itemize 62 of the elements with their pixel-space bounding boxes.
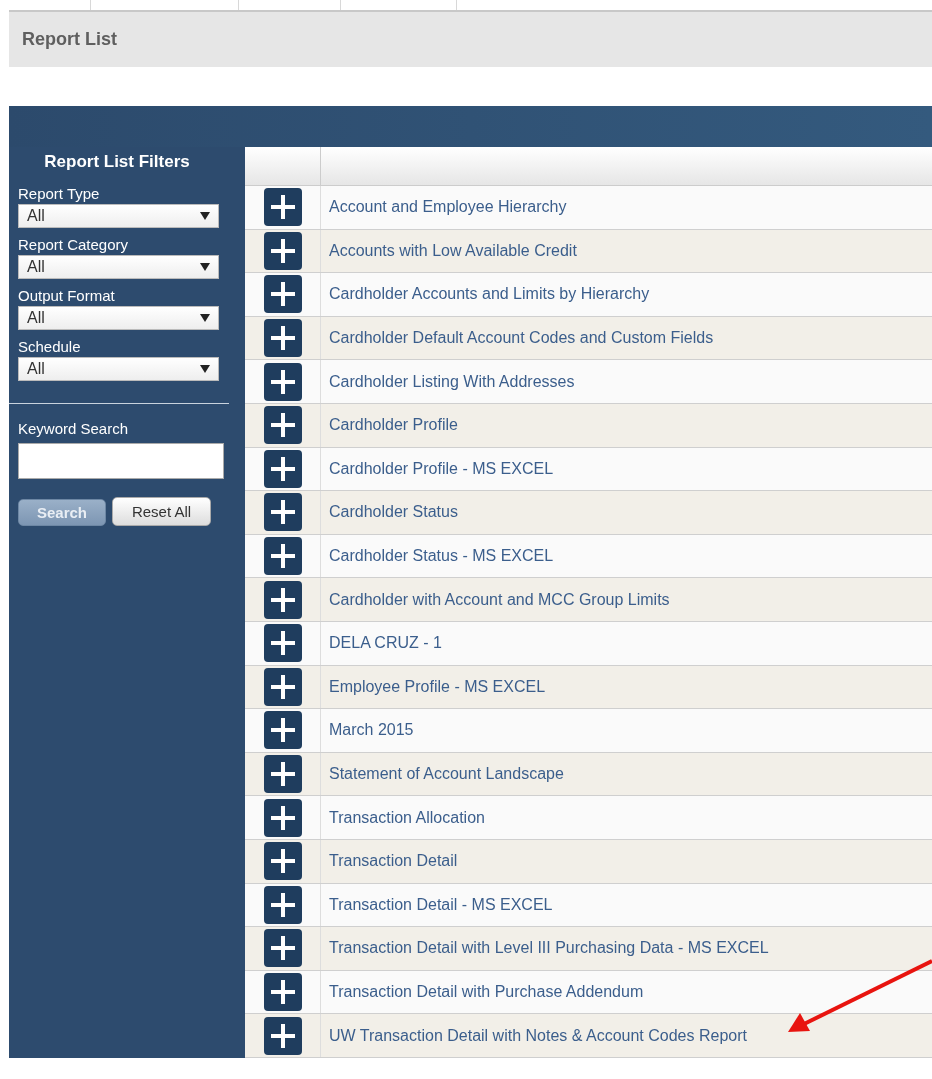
expand-button[interactable] [263, 973, 302, 1011]
plus-icon [268, 280, 297, 309]
expand-button[interactable] [263, 449, 302, 488]
page-title: Report List [22, 29, 117, 50]
filter-label: Schedule [18, 338, 82, 355]
filter-label: Report Type [18, 185, 101, 202]
keyword-field[interactable] [18, 443, 224, 479]
plus-icon [268, 934, 297, 963]
report-link[interactable]: Cardholder Status [321, 491, 458, 534]
expand-button[interactable] [263, 667, 302, 706]
expand-button[interactable] [263, 624, 302, 663]
plus-icon [268, 193, 297, 222]
expand-button[interactable] [263, 406, 302, 445]
filter-label: Output Format [18, 287, 116, 304]
plus-icon [268, 716, 297, 745]
plus-icon [268, 585, 297, 614]
report-link[interactable]: Cardholder Profile [321, 403, 458, 447]
expand-button[interactable] [263, 711, 302, 750]
filters-title: Report List Filters [43, 151, 191, 173]
report-link[interactable]: March 2015 [321, 709, 414, 752]
plus-icon [268, 236, 297, 265]
expand-button[interactable] [263, 755, 302, 793]
plus-icon [268, 847, 297, 876]
expand-button[interactable] [263, 231, 302, 270]
plus-icon [268, 454, 297, 483]
expand-button[interactable] [263, 537, 302, 576]
plus-icon [268, 542, 297, 571]
expand-button[interactable] [263, 362, 302, 401]
plus-icon [268, 324, 297, 353]
filter-label: Keyword Search [18, 420, 130, 437]
expand-button[interactable] [263, 188, 302, 227]
caret-icon [200, 314, 210, 322]
expand-button[interactable] [263, 493, 302, 532]
filter-label: Report Category [18, 236, 130, 253]
filter-dropdown[interactable]: All [18, 204, 219, 228]
caret-icon [200, 365, 210, 373]
expand-button[interactable] [263, 319, 302, 358]
expand-button[interactable] [263, 842, 302, 881]
plus-icon [268, 367, 297, 396]
report-link[interactable]: Transaction Detail [321, 839, 458, 883]
filter-dropdown[interactable]: All [18, 255, 219, 279]
expand-button[interactable] [263, 580, 302, 619]
expand-button[interactable] [263, 929, 302, 968]
plus-icon [268, 978, 297, 1006]
expand-button[interactable] [263, 798, 302, 837]
plus-icon [268, 760, 297, 788]
report-link[interactable]: DELA CRUZ - 1 [321, 621, 442, 665]
plus-icon [268, 890, 297, 919]
reset-button[interactable]: Reset All [112, 497, 211, 526]
expand-button[interactable] [263, 885, 302, 924]
plus-icon [268, 498, 297, 527]
filter-dropdown[interactable]: All [18, 357, 219, 381]
expand-button[interactable] [263, 275, 302, 314]
plus-icon [268, 803, 297, 832]
filter-dropdown[interactable]: All [18, 306, 219, 330]
caret-icon [200, 212, 210, 220]
plus-icon [268, 411, 297, 440]
expand-button[interactable] [263, 1016, 302, 1055]
caret-icon [200, 263, 210, 271]
plus-icon [268, 1021, 297, 1050]
plus-icon [268, 672, 297, 701]
plus-icon [268, 629, 297, 658]
